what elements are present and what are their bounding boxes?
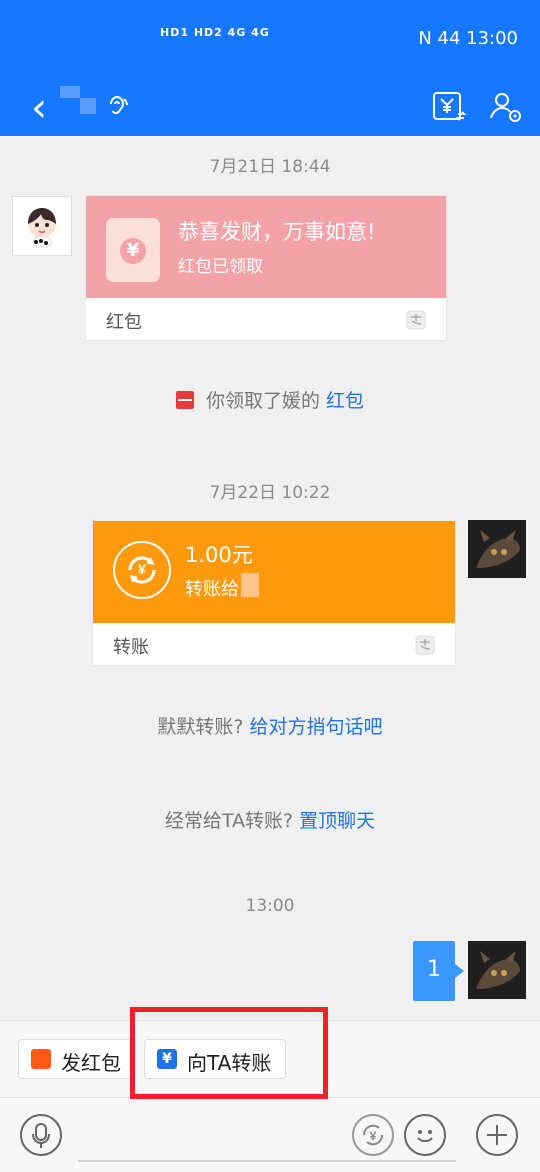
timestamp: 13:00 (245, 896, 295, 916)
back-button[interactable]: ‹ (22, 88, 56, 128)
system-red-packet-line: 你领取了媛的 红包 (0, 386, 540, 413)
timestamp: 7月22日 10:22 (209, 483, 331, 503)
chip-label: 向TA转账 (187, 1051, 272, 1075)
red-packet-link[interactable]: 红包 (326, 390, 364, 412)
transfer-label: 转账 (113, 637, 149, 658)
transfer-to-ta-chip[interactable]: ¥ 向TA转账 (144, 1039, 286, 1079)
alipay-icon (406, 310, 426, 330)
emoji-button[interactable] (404, 1114, 446, 1156)
pin-chat-link[interactable]: 置顶聊天 (299, 810, 375, 832)
system-text: 你领取了媛的 (205, 390, 327, 412)
name-mask (60, 86, 80, 98)
transfer-shortcut-button[interactable]: ¥ (352, 1114, 394, 1156)
my-text-message[interactable]: 1 (413, 941, 464, 1001)
timestamp: 7月21日 18:44 (209, 157, 331, 177)
red-packet-label: 红包 (106, 312, 142, 333)
bubble-tail (455, 964, 464, 978)
top-nav-bar: ‹ (0, 80, 540, 136)
transfer-desc: 转账给 (185, 579, 239, 600)
my-avatar[interactable] (468, 520, 526, 578)
message-text: 1 (427, 957, 441, 982)
chat-area[interactable]: 7月21日 18:44 ¥ 恭喜发财，万事如意! 红包已领取 红包 你领取了媛的… (0, 136, 540, 1020)
voice-input-button[interactable] (20, 1114, 62, 1156)
message-input[interactable] (78, 1112, 456, 1162)
red-packet-bottom: 红包 (86, 298, 446, 340)
name-mask (80, 98, 96, 114)
system-prompt-text: 经常给TA转账? (164, 810, 300, 832)
back-chevron-icon: ‹ (31, 85, 47, 131)
input-area: ¥ (0, 1097, 540, 1172)
system-prompt-text: 默默转账? (157, 716, 250, 738)
contact-avatar[interactable] (12, 196, 72, 256)
red-packet-title: 恭喜发财，万事如意! (178, 220, 376, 244)
small-red-packet-icon (175, 391, 194, 409)
status-right: N 44 13:00 (418, 28, 518, 49)
alipay-icon (415, 635, 435, 655)
transfer-icon-button[interactable] (428, 86, 468, 126)
transfer-top: ¥ 1.00元 转账给 (93, 521, 455, 623)
svg-text:¥: ¥ (138, 561, 146, 577)
transfer-bottom: 转账 (93, 623, 455, 665)
red-packet-icon (31, 1049, 51, 1069)
profile-settings-icon[interactable] (485, 86, 525, 126)
status-bar: HD1 HD2 4G 4G N 44 13:00 (0, 0, 540, 80)
chip-label: 发红包 (61, 1051, 121, 1075)
send-red-packet-chip[interactable]: 发红包 (18, 1039, 132, 1079)
transfer-icon: ¥ (113, 541, 171, 599)
status-left: HD1 HD2 4G 4G (160, 26, 270, 39)
red-packet-top: ¥ 恭喜发财，万事如意! 红包已领取 (86, 196, 446, 298)
recipient-name-mask (241, 573, 259, 597)
transfer-chip-icon: ¥ (157, 1049, 177, 1069)
bottom-action-bar: 发红包 ¥ 向TA转账 ¥ (0, 1020, 540, 1172)
svg-text:¥: ¥ (370, 1129, 377, 1143)
transfer-amount: 1.00元 (185, 543, 253, 567)
red-packet-message[interactable]: ¥ 恭喜发财，万事如意! 红包已领取 红包 (86, 196, 446, 340)
system-prompt-message: 默默转账? 给对方捎句话吧 (0, 712, 540, 739)
my-avatar[interactable] (468, 941, 526, 999)
red-packet-subtitle: 红包已领取 (178, 257, 263, 277)
hearing-icon[interactable] (104, 92, 130, 118)
transfer-message[interactable]: ¥ 1.00元 转账给 转账 (93, 521, 455, 665)
send-message-link[interactable]: 给对方捎句话吧 (250, 716, 383, 738)
system-prompt-pin: 经常给TA转账? 置顶聊天 (0, 806, 540, 833)
red-packet-icon: ¥ (106, 218, 160, 282)
plus-button[interactable] (476, 1114, 518, 1156)
